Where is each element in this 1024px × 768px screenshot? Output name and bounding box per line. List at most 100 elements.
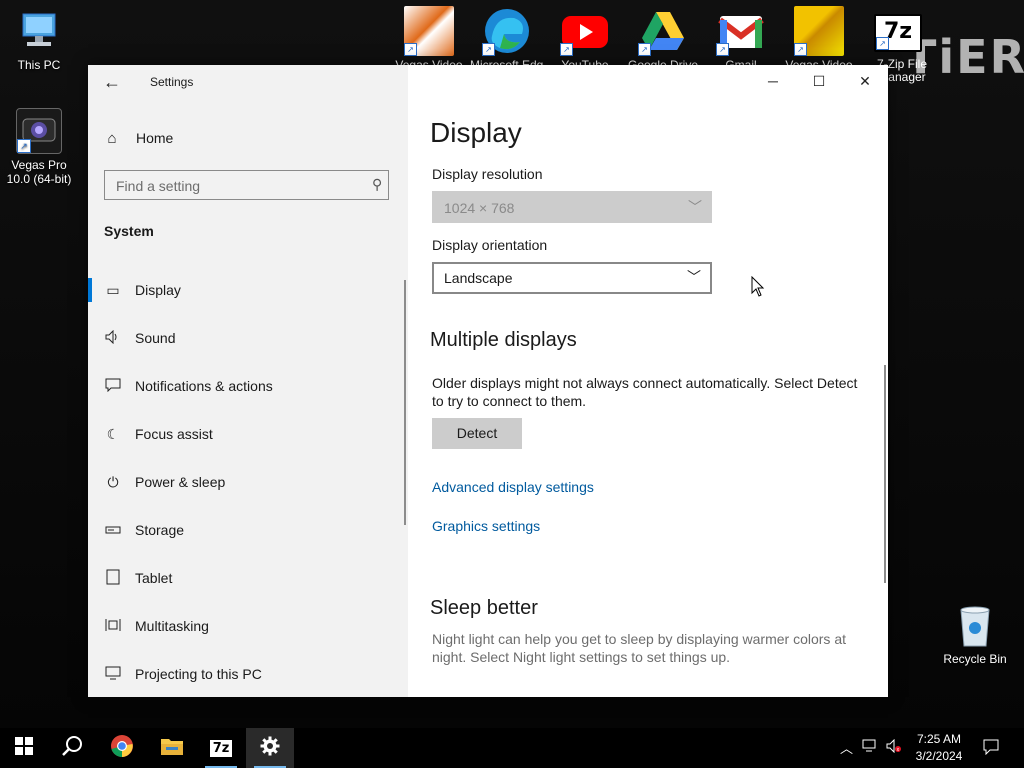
sidebar-item-label: Storage	[135, 522, 185, 538]
sidebar-nav: ▭ Display Sound Notifications & actions …	[88, 266, 408, 697]
back-arrow-icon: ←	[103, 72, 121, 92]
edge-icon[interactable]: ↗	[482, 6, 532, 56]
gmail-icon[interactable]: ↗	[716, 6, 766, 56]
desktop-icon-vegas-pro[interactable]: ↗ Vegas Pro 10.0 (64-bit)	[1, 108, 77, 186]
taskbar-file-explorer[interactable]	[148, 728, 196, 768]
clock-date: 3/2/2024	[915, 749, 963, 763]
chevron-down-icon: ﹀	[687, 269, 701, 285]
desktop-icon-label: Vegas Pro 10.0 (64-bit)	[6, 158, 72, 186]
projecting-icon	[104, 666, 122, 683]
seven-zip-taskbar-icon: 7z	[208, 738, 234, 758]
sidebar-item-label: Focus assist	[135, 426, 213, 442]
seven-zip-icon[interactable]: 7z ↗	[874, 14, 922, 52]
sidebar-item-label: Projecting to this PC	[135, 666, 262, 682]
notifications-icon	[104, 378, 122, 395]
vegas-pro-icon: ↗	[16, 108, 62, 154]
minimize-button[interactable]: ─	[750, 65, 796, 97]
page-title: Display	[430, 117, 522, 148]
orientation-label: Display orientation	[432, 237, 548, 253]
focus-assist-icon: ☾	[106, 425, 120, 442]
sidebar-item-tablet[interactable]: Tablet	[88, 554, 408, 602]
desktop-icon-label: Recycle Bin	[943, 652, 1007, 666]
close-button[interactable]: ✕	[842, 65, 888, 97]
shortcut-arrow-icon: ↗	[482, 43, 495, 56]
system-clock[interactable]: 7:25 AM 3/2/2024	[909, 731, 969, 765]
sound-icon	[104, 329, 122, 347]
multiple-displays-heading: Multiple displays	[430, 329, 577, 351]
desktop-icon-recycle-bin[interactable]: Recycle Bin	[937, 604, 1013, 666]
google-drive-icon[interactable]: ↗	[638, 6, 688, 56]
start-button[interactable]	[0, 728, 48, 768]
sidebar-item-label: Tablet	[135, 570, 173, 586]
sleep-better-description: Night light can help you get to sleep by…	[432, 631, 846, 665]
advanced-display-settings-link[interactable]: Advanced display settings	[432, 479, 594, 495]
resolution-label: Display resolution	[432, 166, 543, 182]
vegas-video-icon[interactable]: ↗	[404, 6, 454, 56]
sidebar-item-storage[interactable]: Storage	[88, 506, 408, 554]
taskbar: 7z ︿ x 7:25 AM 3/2/2024	[0, 728, 1024, 768]
taskbar-7zip[interactable]: 7z	[197, 728, 245, 768]
youtube-icon[interactable]: ↗	[560, 6, 610, 56]
resolution-value: 1024 × 768	[444, 200, 515, 216]
orientation-value: Landscape	[444, 270, 513, 286]
vegas-video-icon-2[interactable]: ↗	[794, 6, 844, 56]
sidebar-item-focus-assist[interactable]: ☾ Focus assist	[88, 410, 408, 458]
section-label: System	[104, 223, 154, 239]
network-icon[interactable]	[862, 739, 878, 756]
shortcut-arrow-icon: ↗	[716, 43, 729, 56]
sidebar-item-label: Sound	[135, 330, 176, 346]
orientation-dropdown[interactable]: Landscape ﹀	[432, 262, 712, 294]
sidebar-item-power-sleep[interactable]: ⏻ Power & sleep	[88, 458, 408, 506]
search-placeholder: Find a setting	[116, 178, 201, 194]
action-center-icon[interactable]	[983, 739, 999, 758]
sidebar-scrollbar[interactable]	[404, 280, 406, 525]
shortcut-arrow-icon: ↗	[404, 43, 417, 56]
sidebar-item-projecting[interactable]: Projecting to this PC	[88, 650, 408, 697]
home-link[interactable]: ⌂ Home	[104, 127, 173, 149]
resolution-dropdown: 1024 × 768 ﹀	[432, 191, 712, 223]
graphics-settings-link[interactable]: Graphics settings	[432, 518, 540, 534]
shortcut-arrow-icon: ↗	[17, 139, 31, 153]
recycle-bin-icon	[953, 604, 997, 648]
main-content: ─ ☐ ✕ Display Display resolution 1024 × …	[408, 65, 888, 697]
storage-icon	[104, 522, 122, 538]
taskbar-search-button[interactable]	[48, 728, 96, 768]
sleep-better-heading: Sleep better	[430, 597, 538, 619]
maximize-button[interactable]: ☐	[796, 65, 842, 97]
detect-button[interactable]: Detect	[432, 418, 522, 449]
multiple-displays-description: Older displays might not always connect …	[432, 375, 858, 409]
sidebar-item-multitasking[interactable]: Multitasking	[88, 602, 408, 650]
sidebar-item-label: Notifications & actions	[135, 378, 273, 394]
search-input[interactable]: Find a setting ⚲	[104, 170, 389, 200]
home-icon: ⌂	[107, 129, 117, 147]
clock-time: 7:25 AM	[916, 732, 962, 746]
back-button[interactable]: ←	[100, 71, 124, 95]
taskbar-settings[interactable]	[246, 728, 294, 768]
desktop-icon-this-pc[interactable]: This PC	[1, 10, 77, 72]
close-icon: ✕	[859, 73, 871, 89]
shortcut-arrow-icon: ↗	[560, 43, 573, 56]
main-scrollbar[interactable]	[884, 365, 886, 583]
sidebar-item-notifications[interactable]: Notifications & actions	[88, 362, 408, 410]
display-icon: ▭	[106, 281, 120, 298]
window-title: Settings	[150, 75, 194, 89]
sidebar-item-label: Multitasking	[135, 618, 209, 634]
shortcut-arrow-icon: ↗	[794, 43, 807, 56]
multitasking-icon	[104, 617, 122, 636]
chevron-up-icon[interactable]: ︿	[840, 738, 853, 757]
home-label: Home	[136, 130, 174, 146]
tablet-icon	[104, 569, 122, 588]
search-icon: ⚲	[371, 176, 382, 192]
settings-window: ← Settings ⌂ Home Find a setting ⚲ Syste…	[88, 65, 888, 697]
chevron-down-icon: ﹀	[688, 199, 702, 215]
shortcut-arrow-icon: ↗	[638, 43, 651, 56]
power-icon: ⏻	[107, 473, 119, 490]
sidebar-item-display[interactable]: ▭ Display	[88, 266, 408, 314]
sidebar-item-label: Power & sleep	[135, 474, 226, 490]
sidebar-item-sound[interactable]: Sound	[88, 314, 408, 362]
desktop-icon-label: This PC	[17, 58, 61, 72]
volume-muted-icon[interactable]: x	[886, 738, 902, 756]
folder-icon	[160, 736, 184, 761]
taskbar-chrome[interactable]	[98, 728, 146, 768]
gear-icon	[260, 736, 280, 761]
